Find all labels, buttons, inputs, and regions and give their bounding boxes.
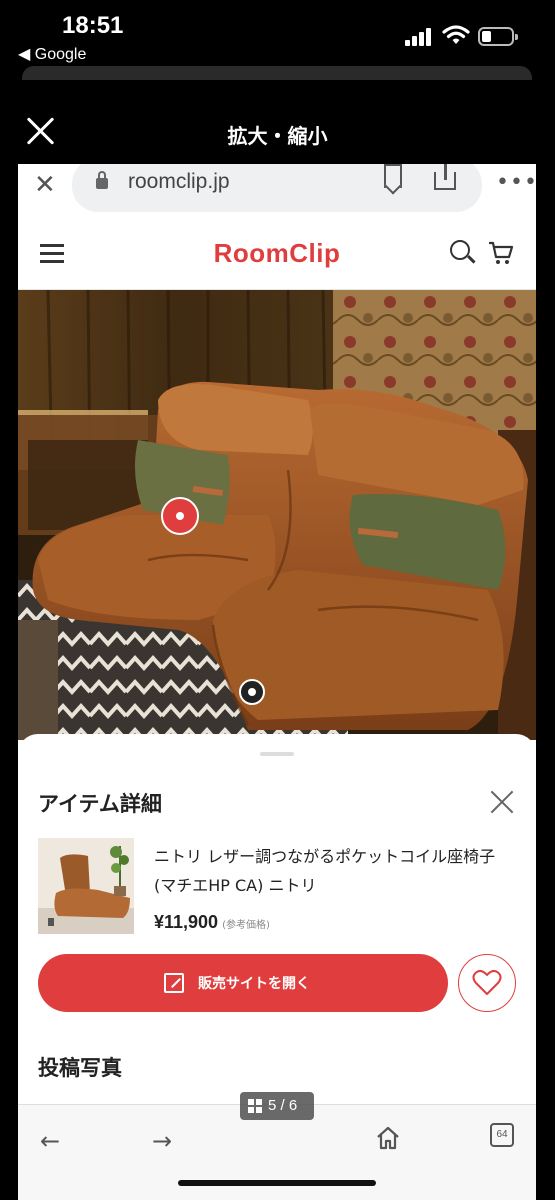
item-name[interactable]: ニトリ レザー調つながるポケットコイル座椅子(マチエHP CA) ニトリ — [154, 842, 514, 900]
share-icon[interactable] — [434, 164, 458, 190]
sheet-handle[interactable] — [260, 752, 294, 756]
favorite-button[interactable] — [458, 954, 516, 1012]
close-tab-icon[interactable]: ✕ — [34, 170, 56, 200]
back-to-app-link[interactable]: ◀ Google — [18, 44, 86, 64]
site-header: RoomClip — [18, 216, 536, 290]
sheet-title: アイテム詳細 — [38, 792, 162, 816]
more-icon[interactable]: ••• — [496, 170, 536, 195]
viewer-title: 拡大・縮小 — [227, 124, 328, 148]
back-arrow-icon[interactable]: ← — [40, 1127, 60, 1155]
grid-icon — [248, 1099, 262, 1113]
item-tag-marker[interactable] — [239, 679, 265, 705]
status-bar: 18:51 ◀ Google — [0, 0, 555, 70]
price-note: (参考価格) — [222, 920, 270, 931]
lock-icon — [96, 171, 108, 189]
status-time: 18:51 — [62, 12, 124, 39]
cart-icon[interactable] — [488, 240, 514, 266]
item-detail-sheet: アイテム詳細 ニトリ レザー調つながるポケットコイル座椅子(マチエHP CA) … — [18, 734, 536, 1104]
external-link-icon — [164, 973, 184, 993]
screenshot-image[interactable]: ✕ roomclip.jp ••• RoomClip アイテム詳細 ニトリ レザ… — [18, 164, 536, 1200]
posts-section-title: 投稿写真 — [38, 1056, 122, 1080]
home-indicator[interactable] — [178, 1180, 376, 1186]
tab-count-icon[interactable]: 64 — [490, 1123, 514, 1147]
address-field[interactable]: roomclip.jp — [72, 164, 482, 212]
battery-icon — [478, 27, 518, 46]
close-sheet-button[interactable] — [490, 790, 514, 814]
url-text: roomclip.jp — [128, 170, 230, 193]
open-shop-button[interactable]: 販売サイトを開く — [38, 954, 448, 1012]
sheet-grabber — [22, 66, 532, 80]
item-tag-marker-active[interactable] — [161, 497, 199, 535]
room-photo[interactable] — [18, 290, 536, 740]
bookmark-icon[interactable] — [384, 164, 402, 188]
forward-arrow-icon[interactable]: → — [152, 1127, 172, 1155]
item-price-value: ¥11,900 — [154, 912, 219, 932]
sofa-image — [18, 290, 536, 740]
item-price: ¥11,900 (参考価格) — [154, 912, 270, 933]
search-icon[interactable] — [450, 240, 470, 260]
home-icon[interactable] — [375, 1125, 401, 1151]
browser-url-bar: ✕ roomclip.jp ••• — [18, 164, 536, 216]
item-thumbnail[interactable] — [38, 838, 134, 934]
open-shop-label: 販売サイトを開く — [198, 976, 310, 992]
wifi-icon — [442, 25, 470, 44]
signal-icon — [405, 28, 435, 46]
heart-icon — [472, 969, 501, 995]
page-indicator: 5 / 6 — [240, 1092, 314, 1120]
page-indicator-text: 5 / 6 — [268, 1097, 298, 1114]
